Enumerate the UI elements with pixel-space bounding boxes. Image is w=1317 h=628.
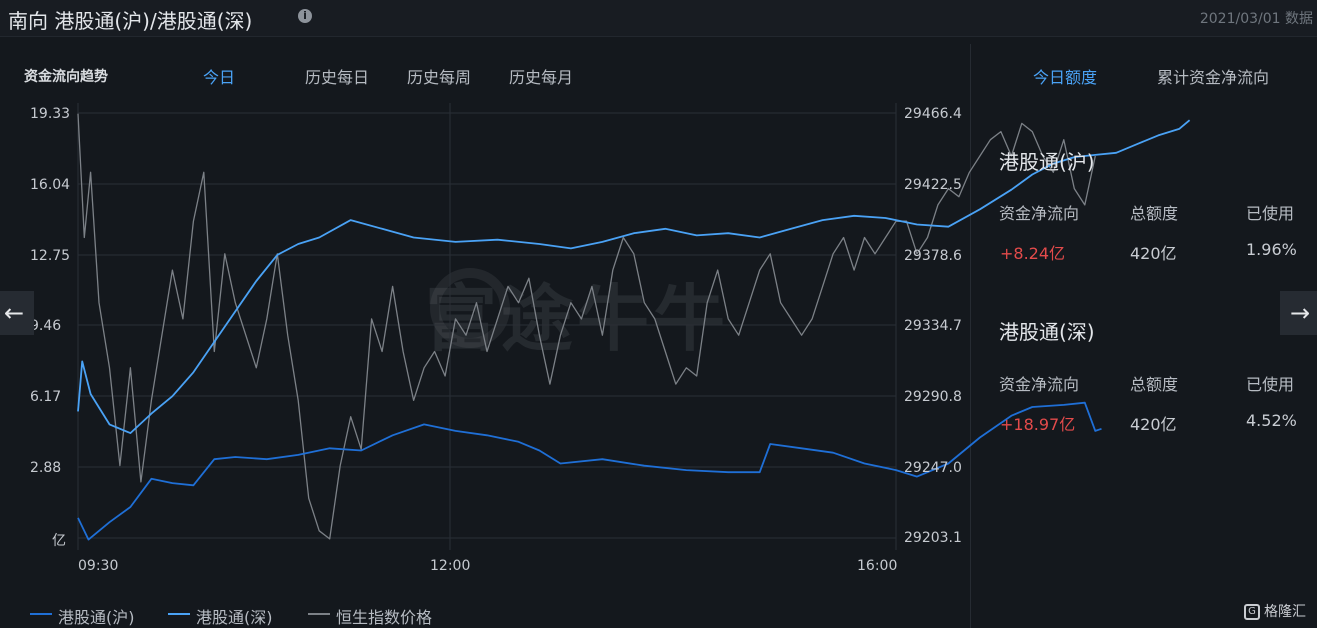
value-total-quota-sz: 420亿 [1130,415,1177,434]
value-net-flow-sz: +18.97亿 [1000,415,1076,434]
y-left-tick: 16.04 [30,177,71,193]
legend-label: 港股通(沪) [58,608,135,627]
legend-swatch [308,613,330,615]
col-header-used: 已使用 [1246,204,1295,223]
col-header-total-quota: 总额度 [1130,375,1179,394]
y-right-tick: 29203.1 [904,530,962,546]
y-left-tick: 12.75 [30,248,71,264]
col-header-net-flow: 资金净流向 [999,204,1080,223]
col-header-total-quota: 总额度 [1130,204,1179,223]
section-title-sh: 港股通(沪) [999,150,1095,174]
value-used-sz: 4.52% [1246,411,1297,430]
y-left-tick: 19.33 [30,106,71,122]
x-tick: 12:00 [430,558,471,574]
chart-grid [77,103,897,550]
y-left-tick: 2.88 [30,460,62,476]
y-right-tick: 29466.4 [904,106,962,122]
y-right-tick: 29422.5 [904,177,962,193]
col-header-net-flow: 资金净流向 [999,375,1080,394]
y-right-tick: 29290.8 [904,389,962,405]
x-tick: 09:30 [78,558,119,574]
legend-label: 港股通(深) [196,608,273,627]
prev-arrow-button[interactable]: ← [0,291,34,335]
brand-name: 格隆汇 [1264,604,1306,620]
legend-swatch [168,613,190,615]
tab-today-quota[interactable]: 今日额度 [1033,64,1097,88]
tab-cumulative-net-flow[interactable]: 累计资金净流向 [1157,64,1269,88]
y-right-tick: 29334.7 [904,318,962,334]
brand-logo-icon: G [1244,604,1260,620]
col-header-used: 已使用 [1246,375,1295,394]
value-used-sh: 1.96% [1246,240,1297,259]
y-left-tick: 9.46 [30,318,62,334]
y-right-tick: 29247.0 [904,460,962,476]
legend-swatch [30,613,52,615]
y-right-tick: 29378.6 [904,248,962,264]
value-total-quota-sh: 420亿 [1130,244,1177,263]
legend-label: 恒生指数价格 [336,608,433,627]
fund-flow-chart [77,103,1191,550]
y-left-unit: 亿 [52,533,66,549]
y-left-tick: 6.17 [30,389,62,405]
x-tick: 16:00 [857,558,898,574]
section-title-sz: 港股通(深) [999,320,1095,344]
next-arrow-button[interactable]: → [1280,291,1317,335]
value-net-flow-sh: +8.24亿 [1000,244,1066,263]
brand-watermark: G 格隆汇 [1244,601,1306,621]
